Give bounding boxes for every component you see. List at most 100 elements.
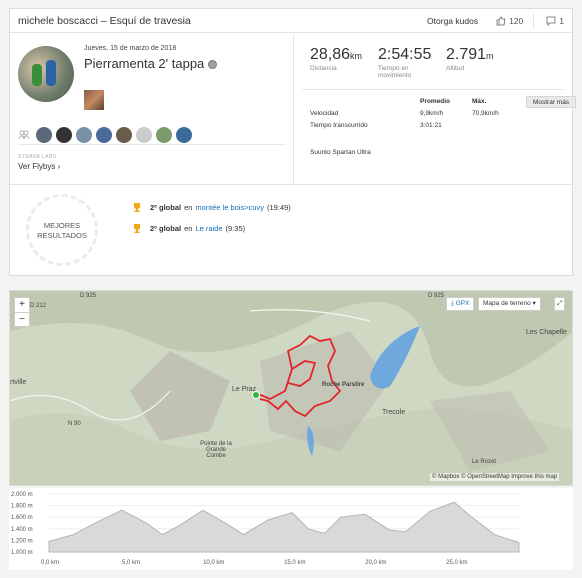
elevation-unit: m (486, 51, 494, 61)
speed-label: Velocidad (310, 110, 339, 117)
elevation-profile[interactable]: 2.000 m 1.800 m 1.600 m 1.400 m 1.200 m 1.000… (9, 488, 573, 570)
map-label-rozet: Le Rozet (472, 459, 497, 465)
athlete-avatar[interactable] (96, 127, 112, 143)
section-divider (10, 184, 573, 185)
map-label-rtville: rtville (10, 379, 27, 386)
map-type-value: Mapa de terreno (483, 300, 531, 307)
stat-elevation: 2.791m Altitud (446, 46, 494, 72)
zoom-in-button[interactable]: + (15, 298, 29, 312)
road-label: D 212 (30, 303, 47, 309)
x-tick-label: 10,0 km (203, 560, 224, 566)
flybys-link-text: Ver Flybys (18, 162, 56, 171)
distance-label: Distancia (310, 65, 337, 72)
map-label-le-praz: Le Praz (232, 386, 257, 393)
map-type-select[interactable]: Mapa de terreno ▾ (478, 297, 541, 311)
kudos-count-value: 120 (509, 15, 524, 26)
comment-icon (546, 16, 556, 26)
road-label: D 925 (80, 293, 97, 299)
chevron-right-icon: › (57, 162, 61, 171)
divider (18, 144, 286, 145)
elevation-chart: 2.000 m 1.800 m 1.600 m 1.400 m 1.200 m 1.000… (11, 492, 520, 566)
y-tick-label: 1.600 m (11, 515, 33, 521)
athlete-avatar[interactable] (56, 127, 72, 143)
x-tick-label: 20,0 km (365, 560, 386, 566)
group-icon (18, 130, 30, 143)
athlete-avatar[interactable] (76, 127, 92, 143)
achievement-preposition: en (184, 202, 193, 212)
medal-icon (208, 60, 218, 70)
activity-title: Pierramenta 2' tappa (84, 56, 218, 71)
activity-header: michele boscacci – Esquí de travesia Oto… (10, 9, 572, 33)
thumbs-up-icon (496, 16, 506, 25)
gpx-download-button[interactable]: ⤓ GPX (446, 297, 475, 311)
x-tick-label: 0,0 km (41, 560, 59, 566)
device-name: Suunto Spartan Ultra (310, 149, 371, 156)
stat-moving-time: 2:54:55 Tiempo en movimiento (378, 46, 431, 79)
achievement-time: (19:49) (267, 202, 291, 212)
gpx-label: GPX (455, 300, 470, 307)
map-label-trecole: Trecole (382, 409, 406, 416)
segment-link[interactable]: montée le bois>cuvy (195, 203, 264, 212)
col-max: Máx. (472, 98, 487, 105)
moving-time-label: Tiempo en movimiento (378, 65, 412, 79)
athlete-avatars (36, 127, 192, 143)
activity-card: michele boscacci – Esquí de travesia Oto… (9, 8, 576, 276)
distance-unit: km (350, 51, 363, 61)
avatar[interactable] (18, 46, 74, 102)
fullscreen-icon[interactable]: ⤢ (554, 297, 566, 311)
strava-labs-label: STRAVA LABS (18, 154, 57, 160)
trophy-icon (134, 224, 140, 233)
map-label-chappelle: Les Chapelle (526, 329, 567, 336)
give-kudos-button[interactable]: Otorga kudos (427, 16, 478, 26)
map-label-grande-combe: Pointe de la Grande Combe (200, 441, 232, 459)
download-icon: ⤓ (451, 300, 454, 307)
y-tick-label: 1.000 m (11, 550, 33, 556)
achievement-preposition: en (184, 223, 193, 233)
athlete-avatar[interactable] (36, 127, 52, 143)
elevation-label: Altitud (446, 65, 465, 72)
map-attribution[interactable]: © Mapbox © OpenStreetMap Improve this ma… (430, 473, 560, 481)
y-tick-label: 1.800 m (11, 504, 33, 510)
trophy-icon (134, 203, 140, 212)
athlete-avatar[interactable] (156, 127, 172, 143)
segment-link[interactable]: Le raide (195, 224, 222, 233)
show-more-button[interactable]: Mostrar más (526, 96, 576, 108)
activity-stats: 28,86km Distancia 2:54:55 Tiempo en movi… (294, 34, 576, 184)
speed-max: 70,9km/h (472, 110, 499, 117)
achievement-item: 2º global en montée le bois>cuvy (19:49) (132, 202, 291, 212)
elapsed-time-label: Tiempo transcurrido (310, 122, 368, 129)
y-tick-label: 2.000 m (11, 492, 33, 498)
terrain-map-graphic (10, 291, 572, 485)
zoom-out-button[interactable]: − (15, 312, 29, 326)
map-label-roche-parstire: Roche Parstire (322, 382, 365, 388)
achievement-rank: 2º global (150, 223, 182, 233)
x-tick-label: 5,0 km (122, 560, 140, 566)
road-label: D 925 (428, 293, 445, 299)
athlete-avatar[interactable] (176, 127, 192, 143)
header-separator (533, 13, 535, 28)
achievement-rank: 2º global (150, 202, 182, 212)
comment-count[interactable]: 1 (546, 16, 564, 26)
road-label: N 90 (68, 421, 81, 427)
elevation-area (48, 501, 520, 553)
activity-date: Jueves, 15 de marzo de 2018 (84, 45, 177, 52)
col-average: Promedio (420, 98, 450, 105)
x-tick-label: 15,0 km (284, 560, 305, 566)
achievement-time: (9:35) (225, 223, 246, 233)
flybys-link[interactable]: Ver Flybys › (18, 162, 60, 171)
athlete-avatar[interactable] (116, 127, 132, 143)
stat-distance: 28,86km Distancia (310, 46, 362, 72)
kudos-count[interactable]: 120 (496, 16, 523, 26)
athlete-avatar[interactable] (136, 127, 152, 143)
y-tick-label: 1.400 m (11, 527, 33, 533)
stats-divider (302, 89, 565, 90)
zoom-controls: + − (14, 297, 30, 327)
elapsed-time-value: 3:01:21 (420, 122, 442, 129)
moving-time-value: 2:54:55 (378, 46, 432, 63)
elevation-value: 2.791 (446, 46, 487, 63)
x-tick-label: 25,0 km (446, 560, 467, 566)
route-map[interactable]: + − ⤓ GPX Mapa de terreno ▾ ⤢ Le Praz Ro… (9, 290, 573, 486)
activity-header-title: michele boscacci – Esquí de travesia (18, 14, 191, 27)
comment-count-value: 1 (559, 15, 564, 26)
photo-thumbnail[interactable] (84, 90, 104, 110)
